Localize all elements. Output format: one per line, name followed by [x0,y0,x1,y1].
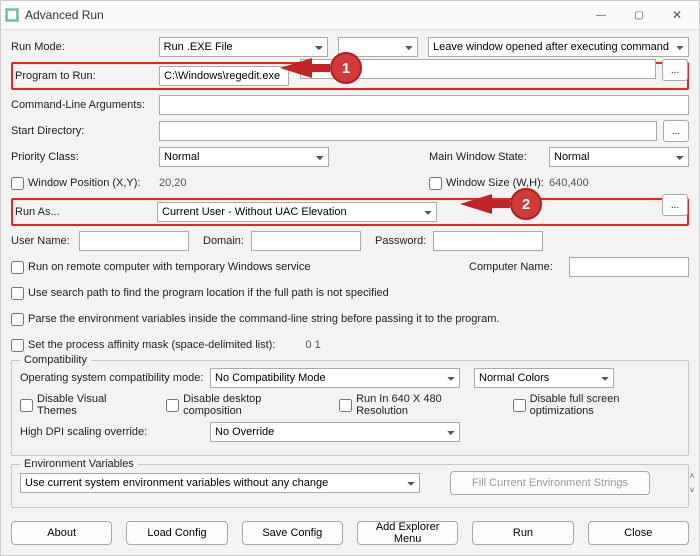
affinity-checkbox[interactable]: Set the process affinity mask (space-del… [11,339,275,352]
window-position-label: Window Position (X,Y): [28,177,140,189]
password-input[interactable] [433,231,543,251]
os-compat-label: Operating system compatibility mode: [20,372,210,384]
window-size-label: Window Size (W,H): [446,177,544,189]
disable-themes-checkbox[interactable]: Disable Visual Themes [20,393,144,417]
form-body: Run Mode: Run .EXE File Leave window ope… [1,30,699,515]
window-size-checkbox[interactable]: Window Size (W,H): [429,177,549,190]
scroll-up-icon[interactable]: ˄ [686,470,698,482]
program-to-run-label: Program to Run: [15,70,159,82]
priority-label: Priority Class: [11,151,159,163]
credentials-row: User Name: Domain: Password: [11,230,689,252]
dpi-override-select[interactable]: No Override [210,422,460,442]
browse-program-button[interactable]: ... [662,59,688,81]
start-dir-label: Start Directory: [11,125,159,137]
run-as-highlight: Run As... Current User - Without UAC Ele… [11,198,689,226]
load-config-button[interactable]: Load Config [126,521,227,545]
remote-computer-label: Run on remote computer with temporary Wi… [28,261,310,273]
main-window-state-label: Main Window State: [429,151,549,163]
os-compat-select[interactable]: No Compatibility Mode [210,368,460,388]
disable-composition-checkbox[interactable]: Disable desktop composition [166,393,317,417]
remote-row: Run on remote computer with temporary Wi… [11,256,689,278]
compatibility-group: Compatibility Operating system compatibi… [11,360,689,456]
affinity-value: 0 1 [305,339,320,351]
computer-name-label: Computer Name: [469,261,569,273]
env-vars-group: Environment Variables Use current system… [11,464,689,508]
run-as-more-button[interactable]: ... [662,194,688,216]
about-button[interactable]: About [11,521,112,545]
scroll-down-icon[interactable]: ˅ [686,484,698,496]
window-size-value: 640,400 [549,177,689,189]
close-button[interactable]: Close [588,521,689,545]
search-path-row: Use search path to find the program loca… [11,282,689,304]
fill-env-strings-button[interactable]: Fill Current Environment Strings [450,471,650,495]
start-dir-input[interactable] [159,121,657,141]
run-mode-row: Run Mode: Run .EXE File Leave window ope… [11,36,689,58]
titlebar: Advanced Run — ▢ ✕ [1,1,699,30]
run-as-select[interactable]: Current User - Without UAC Elevation [157,202,437,222]
program-to-run-input-ext[interactable] [300,59,656,79]
env-vars-mode-select[interactable]: Use current system environment variables… [20,473,420,493]
priority-select[interactable]: Normal [159,147,329,167]
search-path-label: Use search path to find the program loca… [28,287,389,299]
app-window: Advanced Run — ▢ ✕ Run Mode: Run .EXE Fi… [0,0,700,556]
window-position-checkbox[interactable]: Window Position (X,Y): [11,177,159,190]
minimize-button[interactable]: — [583,3,619,27]
run-mode-aux-select[interactable] [338,37,418,57]
cmd-args-input[interactable] [159,95,689,115]
domain-label: Domain: [203,235,251,247]
affinity-label: Set the process affinity mask (space-del… [28,339,275,351]
priority-row: Priority Class: Normal Main Window State… [11,146,689,168]
after-exec-select[interactable]: Leave window opened after executing comm… [428,37,689,57]
disable-fullscreen-opt-checkbox[interactable]: Disable full screen optimizations [513,393,680,417]
user-name-input[interactable] [79,231,189,251]
remote-computer-checkbox[interactable]: Run on remote computer with temporary Wi… [11,261,310,274]
dpi-override-label: High DPI scaling override: [20,426,210,438]
add-explorer-menu-button[interactable]: Add Explorer Menu [357,521,458,545]
compatibility-group-title: Compatibility [20,354,91,366]
save-config-button[interactable]: Save Config [242,521,343,545]
user-name-label: User Name: [11,235,79,247]
computer-name-input[interactable] [569,257,689,277]
start-dir-row: Start Directory: ... [11,120,689,142]
run-mode-select[interactable]: Run .EXE File [159,37,329,57]
parse-env-checkbox[interactable]: Parse the environment variables inside t… [11,313,499,326]
password-label: Password: [375,235,433,247]
env-vars-group-title: Environment Variables [20,458,138,470]
parse-env-row: Parse the environment variables inside t… [11,308,689,330]
window-title: Advanced Run [25,8,104,22]
window-pos-size-row: Window Position (X,Y): 20,20 Window Size… [11,172,689,194]
run-mode-label: Run Mode: [11,41,159,53]
window-controls: — ▢ ✕ [583,3,695,27]
run-button[interactable]: Run [472,521,573,545]
color-mode-select[interactable]: Normal Colors [474,368,614,388]
cmd-args-row: Command-Line Arguments: [11,94,689,116]
maximize-button[interactable]: ▢ [621,3,657,27]
app-icon [5,8,19,22]
parse-env-label: Parse the environment variables inside t… [28,313,499,325]
bottom-button-bar: About Load Config Save Config Add Explor… [1,515,699,555]
window-position-value: 20,20 [159,177,329,189]
main-window-state-select[interactable]: Normal [549,147,689,167]
run-as-label: Run As... [15,206,157,218]
run-640x480-checkbox[interactable]: Run In 640 X 480 Resolution [339,393,491,417]
close-window-button[interactable]: ✕ [659,3,695,27]
affinity-row: Set the process affinity mask (space-del… [11,334,689,356]
program-to-run-input[interactable] [159,66,289,86]
search-path-checkbox[interactable]: Use search path to find the program loca… [11,287,389,300]
browse-start-dir-button[interactable]: ... [663,120,689,142]
domain-input[interactable] [251,231,361,251]
cmd-args-label: Command-Line Arguments: [11,99,159,111]
